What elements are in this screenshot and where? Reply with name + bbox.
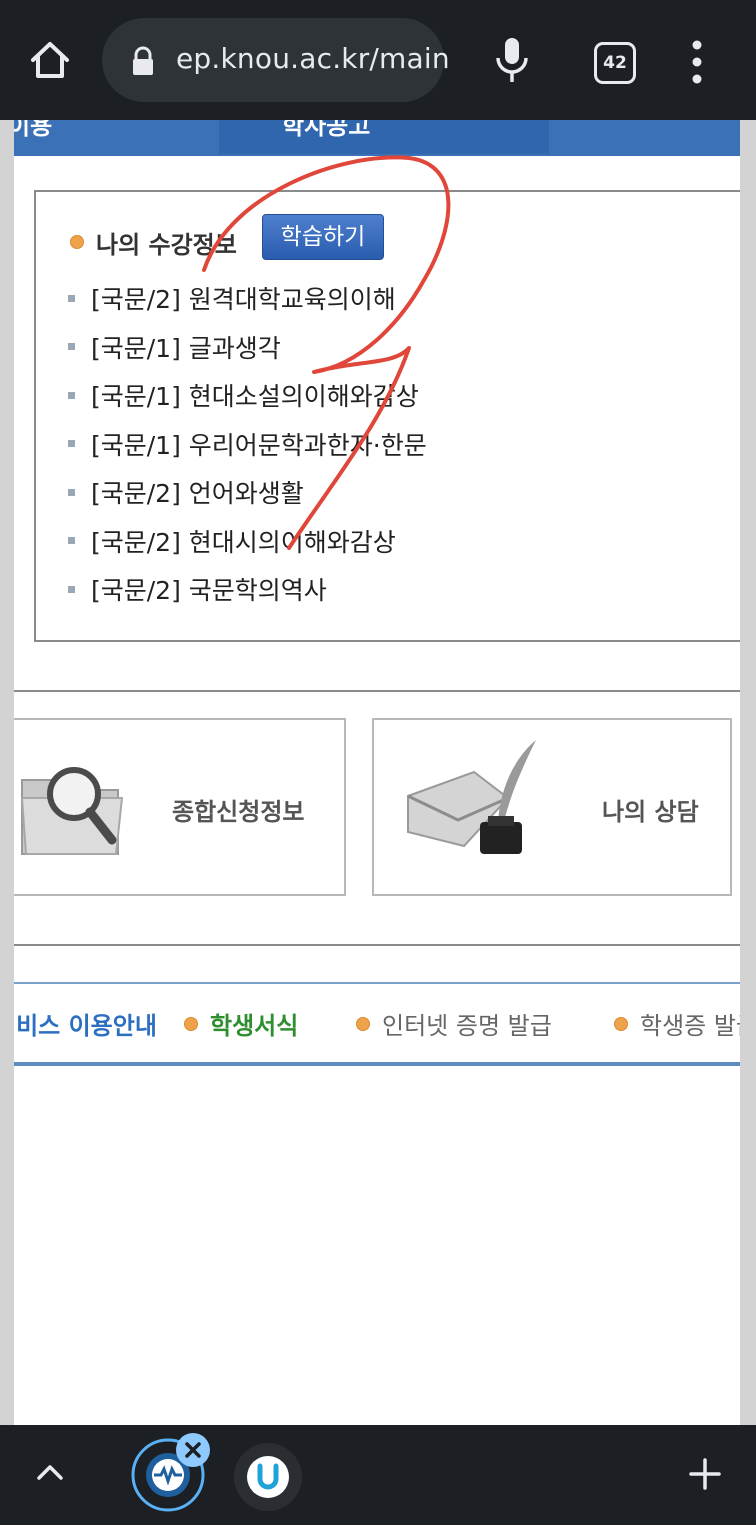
apply-info-card[interactable]: 종합신청정보 xyxy=(14,718,346,896)
square-bullet-icon xyxy=(68,585,75,593)
course-item[interactable]: [국문/2] 현대시의이해와감상 xyxy=(68,517,427,566)
folder-search-icon xyxy=(20,767,124,855)
quick-menu-box: 종합신청정보 나의 상담 xyxy=(14,690,740,946)
home-icon[interactable] xyxy=(28,38,72,82)
bullet-icon xyxy=(70,235,84,249)
lock-icon xyxy=(133,46,153,75)
student-forms-label: 학생서식 xyxy=(210,1012,299,1040)
my-counsel-label: 나의 상담 xyxy=(602,798,699,826)
footer-links-bar: 서비스 이용안내 학생서식 인터넷 증명 발급 학생증 발급 xyxy=(14,982,740,1066)
apply-info-label: 종합신청정보 xyxy=(172,798,305,826)
course-item[interactable]: [국문/2] 언어와생활 xyxy=(68,468,427,517)
course-label: [국문/1] 우리어문학과한자·한문 xyxy=(91,430,427,460)
bottom-tab-bar xyxy=(0,1425,756,1525)
course-item[interactable]: [국문/2] 원격대학교육의이해 xyxy=(68,274,427,323)
bullet-icon xyxy=(614,1016,628,1031)
nav-item-notice[interactable]: 학사공고 xyxy=(282,120,370,141)
tab-switcher-icon[interactable]: 42 xyxy=(594,42,636,84)
bullet-icon xyxy=(356,1016,370,1031)
course-item[interactable]: [국문/1] 글과생각 xyxy=(68,323,427,372)
nav-item-left[interactable]: 이용 xyxy=(14,120,52,141)
course-item[interactable]: [국문/1] 우리어문학과한자·한문 xyxy=(68,420,427,469)
course-info-box: 나의 수강정보 학습하기 [국문/2] 원격대학교육의이해 [국문/1] 글과생… xyxy=(34,190,740,642)
close-glyph xyxy=(185,1442,201,1458)
course-list: [국문/2] 원격대학교육의이해 [국문/1] 글과생각 [국문/1] 현대소설… xyxy=(68,274,427,614)
course-label: [국문/1] 글과생각 xyxy=(91,333,281,363)
bullet-icon xyxy=(184,1016,198,1031)
plus-icon[interactable] xyxy=(688,1457,722,1491)
square-bullet-icon xyxy=(68,537,75,545)
square-bullet-icon xyxy=(68,440,75,448)
certificate-link[interactable]: 인터넷 증명 발급 xyxy=(356,1006,552,1041)
study-button[interactable]: 학습하기 xyxy=(262,214,384,260)
square-bullet-icon xyxy=(68,391,75,399)
more-vert-icon[interactable] xyxy=(684,38,710,86)
nav-active-tab[interactable] xyxy=(219,120,549,154)
close-icon[interactable] xyxy=(176,1433,210,1467)
mic-icon[interactable] xyxy=(492,36,532,84)
envelope-quill-icon xyxy=(407,740,536,854)
course-item[interactable]: [국문/1] 현대소설의이해와감상 xyxy=(68,371,427,420)
square-bullet-icon xyxy=(68,294,75,302)
web-page: 이용 학사공고 나의 수강정보 학습하기 [국문/2] 원격대학교육의이해 [국… xyxy=(14,120,740,1425)
student-forms-link[interactable]: 학생서식 xyxy=(184,1006,298,1041)
course-label: [국문/2] 국문학의역사 xyxy=(91,576,327,606)
certificate-label: 인터넷 증명 발급 xyxy=(382,1012,552,1040)
course-label: [국문/2] 언어와생활 xyxy=(91,479,304,509)
student-id-link[interactable]: 학생증 발급 xyxy=(614,1006,740,1041)
browser-toolbar: ep.knou.ac.kr/main 42 xyxy=(0,0,756,120)
student-id-label: 학생증 발급 xyxy=(640,1012,740,1040)
course-section-title: 나의 수강정보 xyxy=(96,231,237,259)
course-item[interactable]: [국문/2] 국문학의역사 xyxy=(68,565,427,614)
course-label: [국문/1] 현대소설의이해와감상 xyxy=(91,382,419,412)
course-label: [국문/2] 원격대학교육의이해 xyxy=(91,285,396,315)
course-label: [국문/2] 현대시의이해와감상 xyxy=(91,527,396,557)
u-app-icon[interactable] xyxy=(232,1441,304,1513)
url-text: ep.knou.ac.kr/main xyxy=(176,42,450,75)
square-bullet-icon xyxy=(68,488,75,496)
address-bar[interactable]: ep.knou.ac.kr/main xyxy=(102,18,450,102)
chevron-up-icon[interactable] xyxy=(36,1463,64,1481)
top-navigation: 이용 학사공고 xyxy=(14,120,740,156)
square-bullet-icon xyxy=(68,343,75,351)
service-guide-link[interactable]: 서비스 이용안내 xyxy=(14,1006,157,1041)
my-counsel-card[interactable]: 나의 상담 xyxy=(372,718,732,896)
